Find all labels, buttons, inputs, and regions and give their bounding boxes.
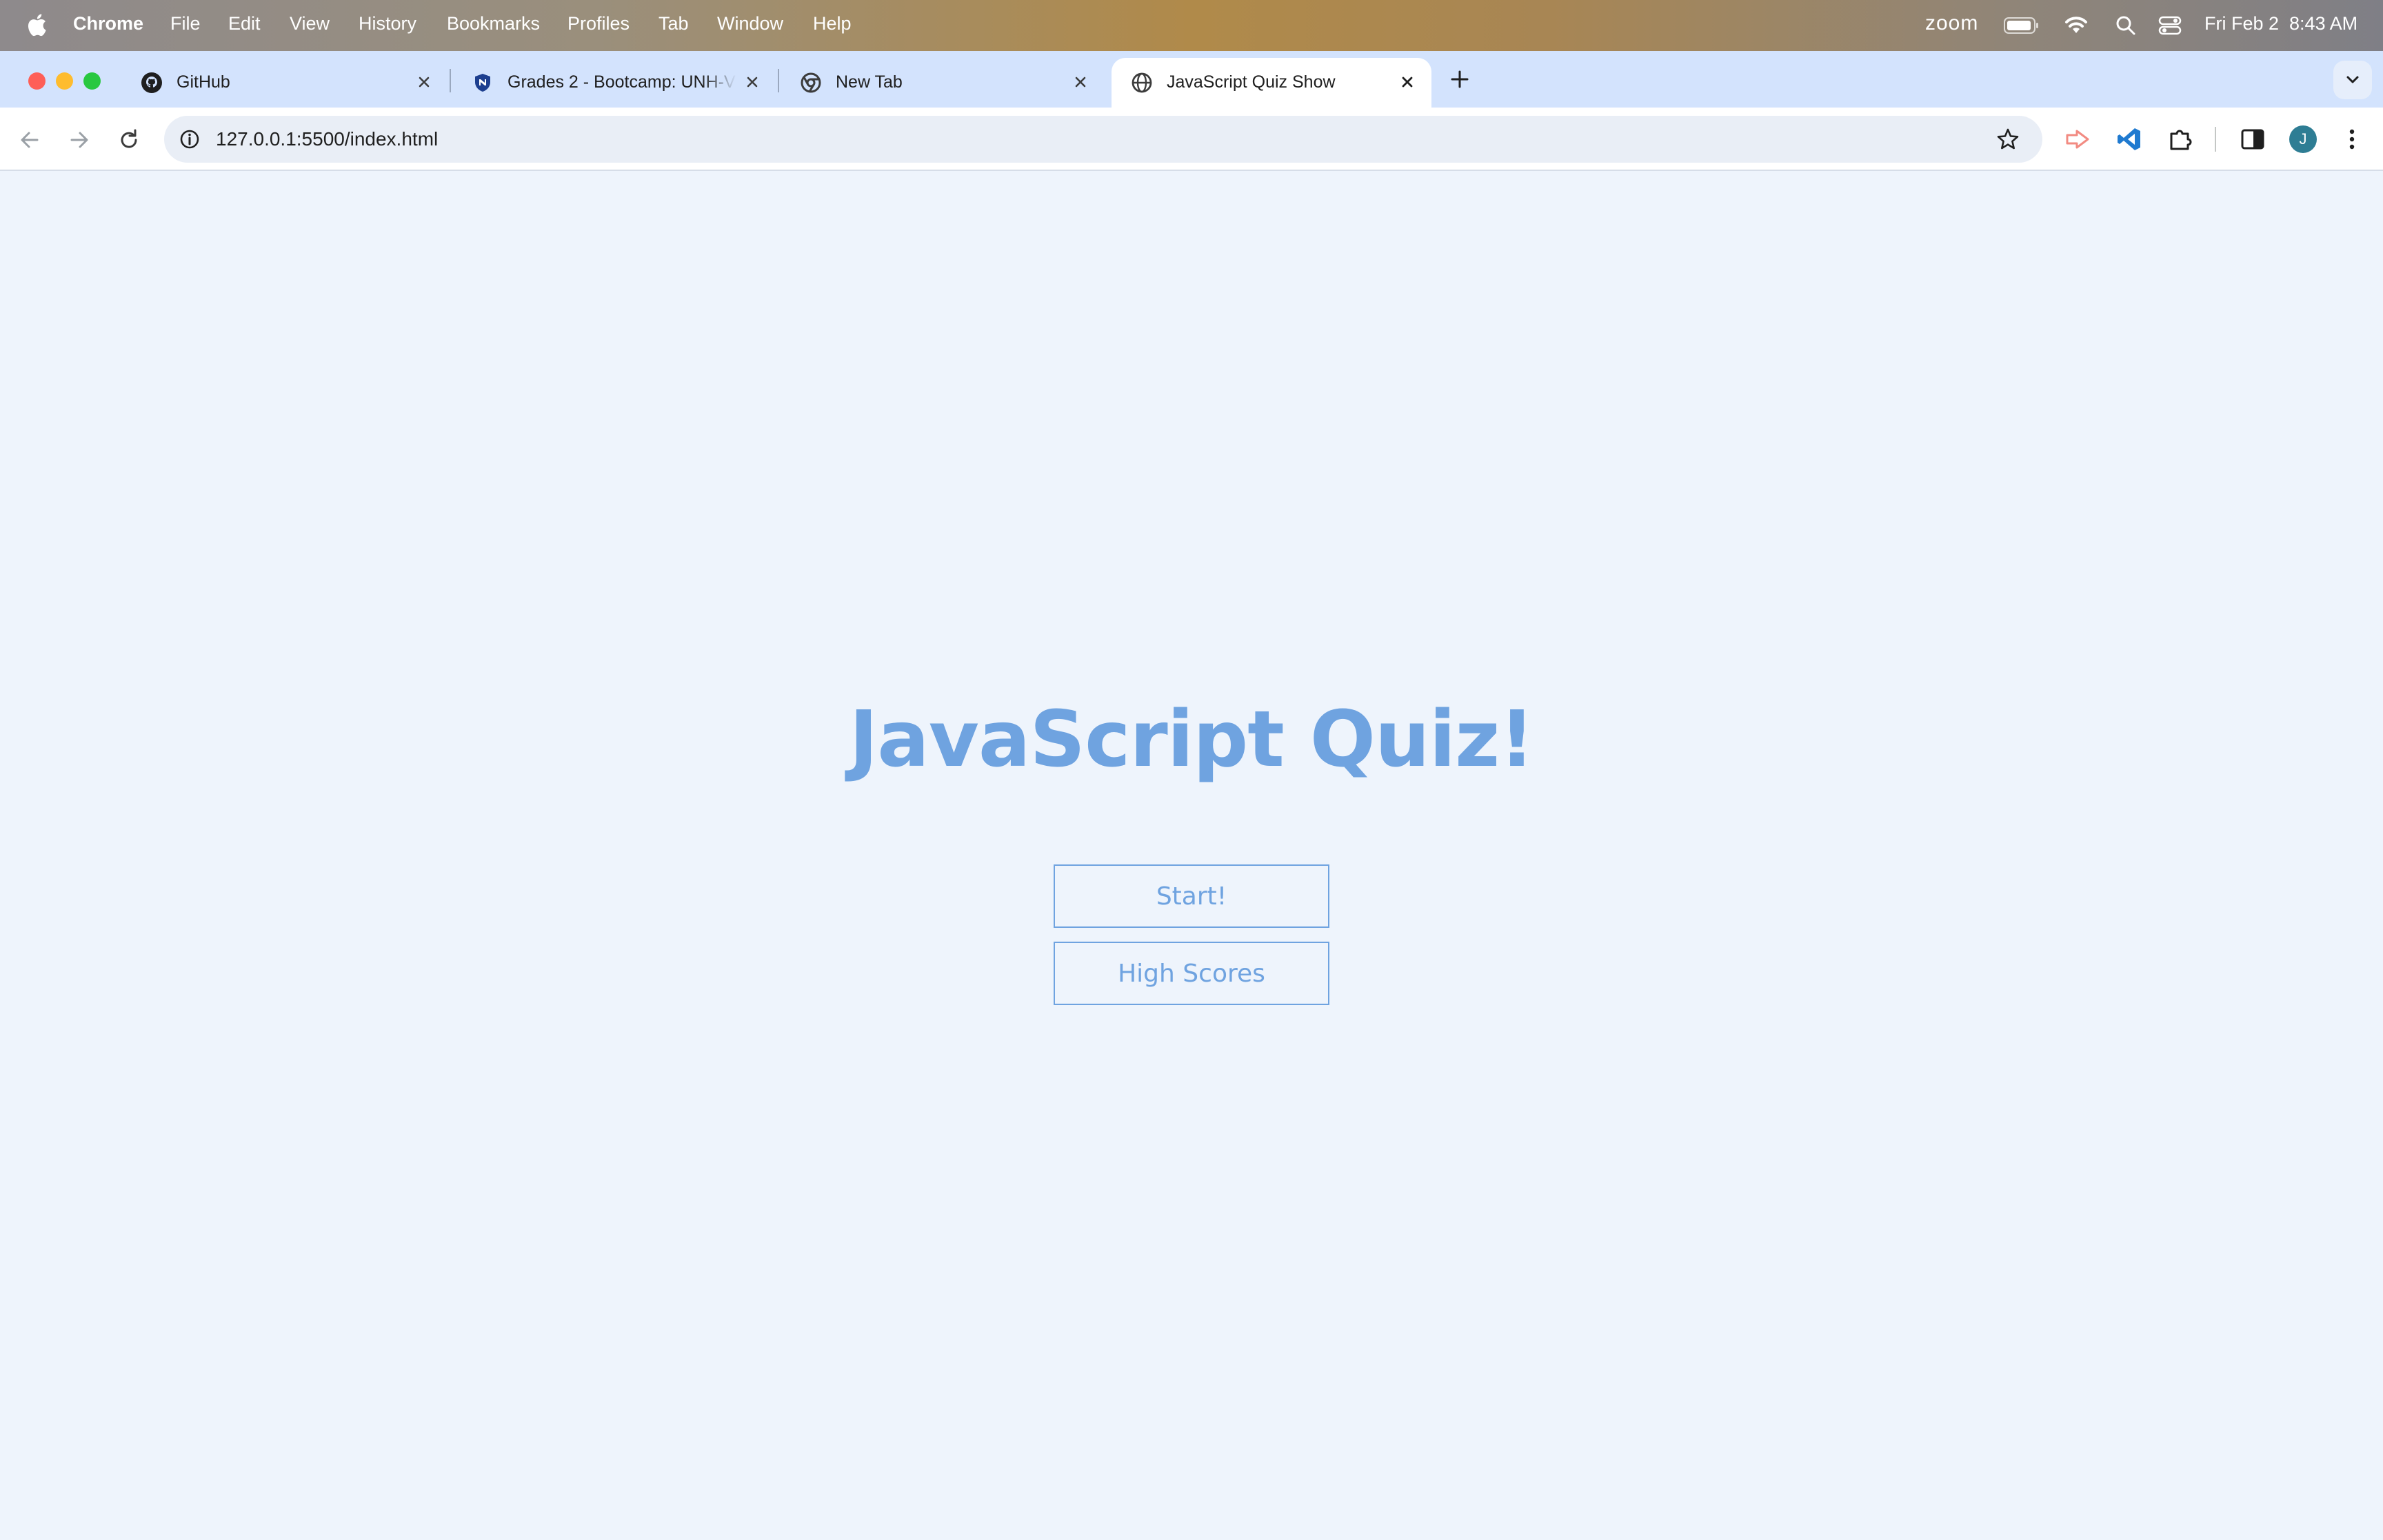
battery-icon[interactable] <box>2004 17 2040 34</box>
github-icon <box>141 72 162 93</box>
tab-grades[interactable]: Grades 2 - Bootcamp: UNH-V <box>452 58 776 108</box>
tab-github[interactable]: GitHub <box>121 58 445 108</box>
start-button[interactable]: Start! <box>1054 864 1329 928</box>
menu-profiles[interactable]: Profiles <box>567 13 630 34</box>
vscode-extension-icon[interactable] <box>2115 125 2143 153</box>
new-tab-plus-icon[interactable] <box>1448 68 1471 91</box>
menu-bar-clock[interactable]: Fri Feb 2 8:43 AM <box>2204 13 2357 34</box>
chrome-icon <box>801 72 821 93</box>
tab-close-icon[interactable] <box>414 72 434 92</box>
tab-javascript-quiz-show[interactable]: JavaScript Quiz Show <box>1112 58 1431 108</box>
high-scores-button[interactable]: High Scores <box>1054 942 1329 1005</box>
profile-avatar[interactable]: J <box>2289 125 2317 153</box>
site-info-icon[interactable] <box>179 129 200 150</box>
spotlight-search-icon[interactable] <box>2115 15 2136 36</box>
address-bar[interactable]: 127.0.0.1:5500/index.html <box>164 116 2042 163</box>
menu-history[interactable]: History <box>359 13 416 34</box>
quiz-title: JavaScript Quiz! <box>849 695 1535 784</box>
tab-title: JavaScript Quiz Show <box>1167 72 1336 92</box>
window-close-button[interactable] <box>28 72 46 90</box>
tab-close-icon[interactable] <box>742 72 763 92</box>
page-viewport: JavaScript Quiz! Start! High Scores <box>0 171 2383 1540</box>
bookmark-star-icon[interactable] <box>1995 127 2020 152</box>
more-options-kebab-icon[interactable] <box>2342 125 2362 153</box>
apple-logo-icon[interactable] <box>26 12 47 37</box>
shield-icon <box>475 74 490 92</box>
extension-arrow-icon[interactable] <box>2064 127 2092 152</box>
menu-window[interactable]: Window <box>717 13 783 34</box>
menu-file[interactable]: File <box>170 13 201 34</box>
menu-view[interactable]: View <box>290 13 330 34</box>
window-maximize-button[interactable] <box>83 72 101 90</box>
extensions-puzzle-icon[interactable] <box>2166 125 2194 153</box>
zoom-status-item[interactable]: zoom <box>1925 12 1978 35</box>
tab-separator <box>778 69 779 92</box>
reload-icon[interactable] <box>116 127 142 153</box>
chevron-down-icon <box>2346 76 2359 83</box>
back-arrow-icon[interactable] <box>17 127 43 153</box>
tab-close-icon[interactable] <box>1397 72 1418 92</box>
tab-new-tab[interactable]: New Tab <box>781 58 1105 108</box>
menu-tab[interactable]: Tab <box>658 13 689 34</box>
globe-icon <box>1132 72 1152 93</box>
browser-toolbar: 127.0.0.1:5500/index.html J <box>0 108 2383 171</box>
macos-menu-bar: Chrome File Edit View History Bookmarks … <box>0 0 2383 51</box>
window-minimize-button[interactable] <box>56 72 73 90</box>
menu-bookmarks[interactable]: Bookmarks <box>447 13 540 34</box>
forward-arrow-icon[interactable] <box>66 127 92 153</box>
menu-help[interactable]: Help <box>813 13 852 34</box>
tab-title: Grades 2 - Bootcamp: UNH-V <box>507 72 736 92</box>
menu-edit[interactable]: Edit <box>228 13 261 34</box>
tab-title: New Tab <box>836 72 903 92</box>
tab-search-button[interactable] <box>2333 61 2372 99</box>
wifi-icon[interactable] <box>2063 14 2089 36</box>
tab-close-icon[interactable] <box>1070 72 1091 92</box>
tab-separator <box>450 69 451 92</box>
toolbar-divider <box>2215 127 2216 152</box>
side-panel-icon[interactable] <box>2240 127 2266 152</box>
control-center-icon[interactable] <box>2158 15 2182 36</box>
url-text[interactable]: 127.0.0.1:5500/index.html <box>216 128 438 150</box>
tab-title: GitHub <box>177 72 230 92</box>
menu-app-name[interactable]: Chrome <box>73 13 143 34</box>
